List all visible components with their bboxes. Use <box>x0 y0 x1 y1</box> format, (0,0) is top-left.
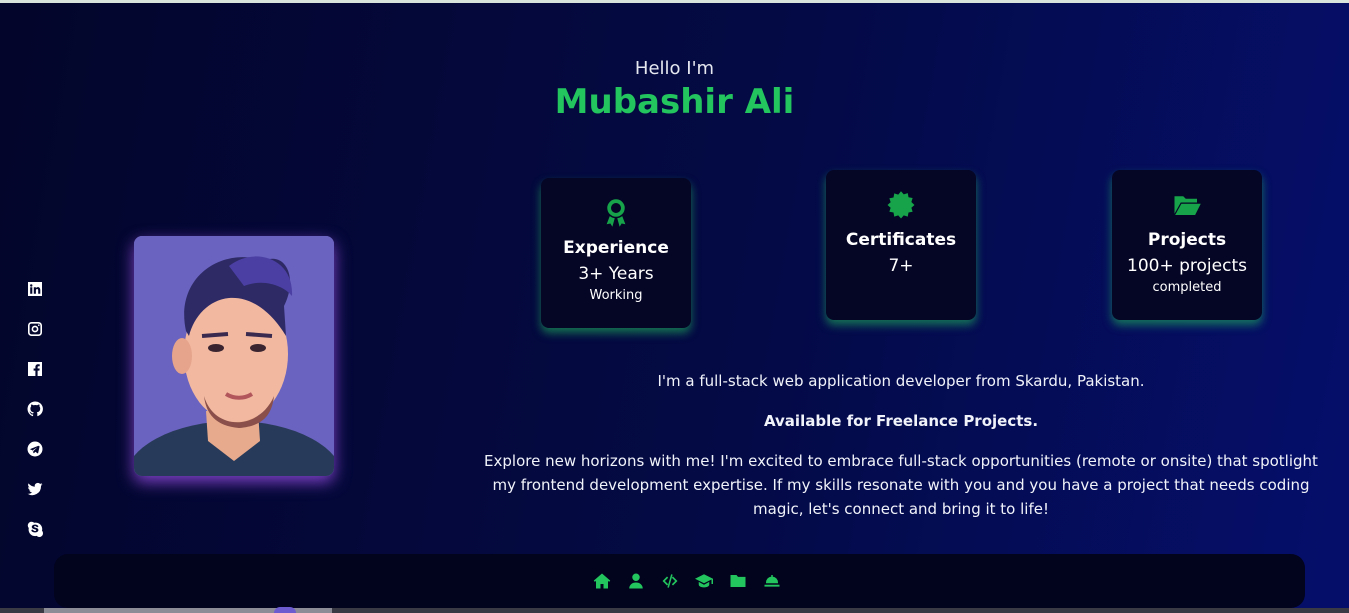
award-icon <box>599 196 633 230</box>
profile-avatar <box>134 236 334 476</box>
nav-skills[interactable] <box>660 571 680 591</box>
telegram-icon <box>27 441 43 457</box>
twitter-link[interactable] <box>24 478 46 500</box>
folder-icon <box>730 575 745 587</box>
linkedin-icon <box>28 282 42 296</box>
bio-pitch: Explore new horizons with me! I'm excite… <box>484 452 1318 518</box>
bio-intro: I'm a full-stack web application develop… <box>657 372 1145 390</box>
bio-availability: Available for Freelance Projects. <box>763 412 1039 430</box>
service-bell-icon <box>764 575 779 587</box>
folder-open-icon <box>1170 188 1204 222</box>
taskbar-indicator <box>274 607 296 613</box>
facebook-link[interactable] <box>24 358 46 380</box>
skype-icon <box>27 521 43 537</box>
user-icon <box>628 573 643 589</box>
social-links <box>24 278 46 558</box>
hero-name: Mubashir Ali <box>554 82 795 122</box>
certificate-icon <box>884 188 918 222</box>
card-title: Projects <box>1147 230 1227 250</box>
experience-card: Experience 3+ Years Working <box>541 178 691 328</box>
skype-link[interactable] <box>24 518 46 540</box>
code-icon <box>662 574 677 588</box>
nav-about[interactable] <box>626 571 646 591</box>
nav-home[interactable] <box>592 571 612 591</box>
window-top-strip <box>0 0 1349 3</box>
nav-services[interactable] <box>762 571 782 591</box>
card-title: Experience <box>563 238 669 258</box>
home-icon <box>593 573 610 589</box>
avatar-portrait <box>134 236 334 476</box>
card-value: 7+ <box>888 256 914 276</box>
telegram-link[interactable] <box>24 438 46 460</box>
card-value: 100+ projects <box>1127 256 1247 276</box>
card-subtext: Working <box>589 288 643 303</box>
twitter-icon <box>27 482 43 496</box>
card-subtext: completed <box>1152 280 1222 295</box>
graduation-cap-icon <box>694 574 713 588</box>
instagram-icon <box>28 322 42 336</box>
bottom-navbar <box>54 554 1305 608</box>
linkedin-link[interactable] <box>24 278 46 300</box>
github-link[interactable] <box>24 398 46 420</box>
nav-education[interactable] <box>694 571 714 591</box>
card-value: 3+ Years <box>578 264 654 284</box>
facebook-icon <box>28 362 42 376</box>
github-icon <box>27 401 43 417</box>
certificates-card: Certificates 7+ <box>826 170 976 320</box>
projects-card: Projects 100+ projects completed <box>1112 170 1262 320</box>
hero-greeting: Hello I'm <box>634 58 715 79</box>
instagram-link[interactable] <box>24 318 46 340</box>
card-title: Certificates <box>845 230 957 250</box>
nav-projects[interactable] <box>728 571 748 591</box>
